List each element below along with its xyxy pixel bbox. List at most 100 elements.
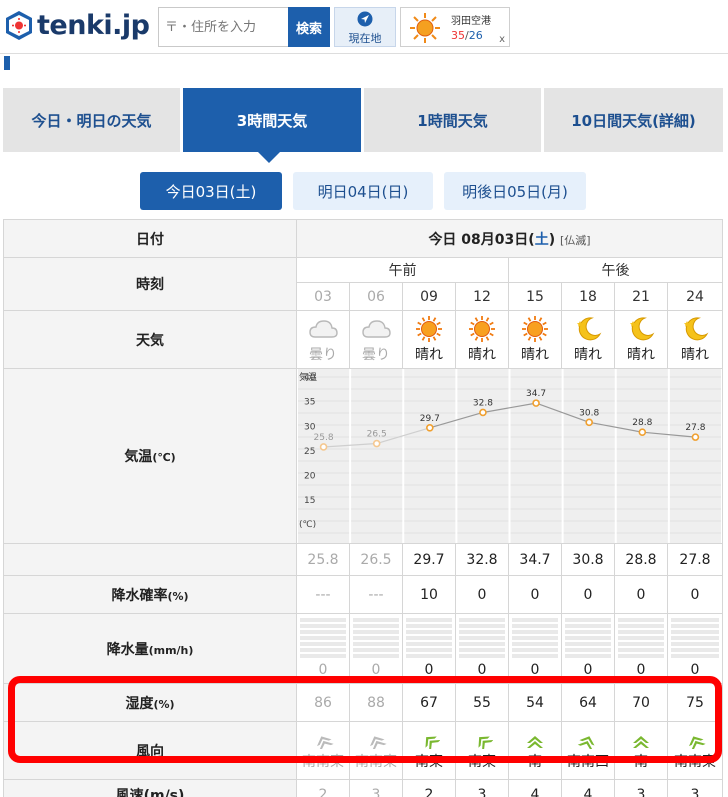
recent-location-name: 羽田空港 <box>451 16 491 27</box>
weather-cell: 晴れ <box>402 310 456 369</box>
wind-direction-text: 南 <box>528 753 542 770</box>
wind-arrow-icon <box>478 735 493 749</box>
precip-value: 0 <box>455 613 509 684</box>
close-icon[interactable]: x <box>499 34 505 45</box>
weather-cell: 晴れ <box>561 310 615 369</box>
tab-1hour[interactable]: 1時間天気 <box>364 88 541 152</box>
precip-prob-value: --- <box>296 575 350 614</box>
temp-value: 26.5 <box>349 543 403 576</box>
wind-speed-value: 3 <box>667 779 723 797</box>
wind-speed-value: 3 <box>349 779 403 797</box>
forecast-tabs: 今日・明日の天気 3時間天気 1時間天気 10日間天気(詳細) <box>3 88 723 152</box>
precip-value: 0 <box>349 613 403 684</box>
wind-direction-label: 風向 <box>3 721 297 780</box>
wind-arrow-icon <box>370 735 387 749</box>
wind-direction-text: 南東 <box>415 753 443 770</box>
moon-icon <box>577 317 602 341</box>
tab-3hour[interactable]: 3時間天気 <box>183 88 361 152</box>
recent-low-temp: 26 <box>468 29 483 42</box>
sun-icon <box>469 316 495 342</box>
wind-direction-cell: 南南東 <box>296 721 350 780</box>
recent-location-card[interactable]: 羽田空港 35/26 x <box>400 7 510 47</box>
weather-text: 晴れ <box>574 347 602 363</box>
sun-icon <box>410 13 440 43</box>
temp-value: 29.7 <box>402 543 456 576</box>
precip-bar-area <box>618 618 664 658</box>
precip-amount: 0 <box>690 662 700 678</box>
wind-direction-cell: 南南東 <box>349 721 403 780</box>
temp-value: 30.8 <box>561 543 615 576</box>
weather-cell: 曇り <box>349 310 403 369</box>
precip-amount: 0 <box>477 662 487 678</box>
title-accent-bar <box>4 56 10 70</box>
wind-speed-value: 2 <box>402 779 456 797</box>
humidity-row: 湿度(%) 86 88 67 55 54 64 70 75 <box>3 683 723 722</box>
tab-10day[interactable]: 10日間天気(詳細) <box>544 88 723 152</box>
tab-today-tomorrow[interactable]: 今日・明日の天気 <box>3 88 180 152</box>
wind-direction-cell: 南南東 <box>667 721 723 780</box>
chart-data-label: 29.7 <box>420 414 440 424</box>
precip-value: 0 <box>561 613 615 684</box>
sun-icon <box>522 316 548 342</box>
tenki-logo[interactable]: tenki.jp <box>4 9 150 41</box>
chart-point <box>426 423 434 432</box>
hour-cell: 24 <box>667 282 723 311</box>
hour-cell: 12 <box>455 282 509 311</box>
precip-bar-area <box>406 618 452 658</box>
weather-cell: 晴れ <box>508 310 562 369</box>
search-button[interactable]: 検索 <box>288 7 330 47</box>
precip-value: 0 <box>614 613 668 684</box>
cloud-icon <box>362 320 391 338</box>
wind-direction-text: 南南西 <box>567 753 609 770</box>
chart-y-tick-label: 35 <box>304 398 315 408</box>
hour-cell: 03 <box>296 282 350 311</box>
humidity-value: 88 <box>349 683 403 722</box>
recent-location-temps: 35/26 <box>451 29 483 42</box>
precip-label-text: 降水量 <box>106 641 149 658</box>
hour-cell: 15 <box>508 282 562 311</box>
chart-data-label: 34.7 <box>526 389 546 399</box>
precip-value: 0 <box>508 613 562 684</box>
location-arrow-icon <box>357 11 373 27</box>
chart-point <box>691 433 700 441</box>
weather-cell: 晴れ <box>667 310 723 369</box>
moon-icon <box>684 317 709 341</box>
moon-icon <box>630 317 655 341</box>
day-tomorrow[interactable]: 明日04日(日) <box>293 172 433 210</box>
weather-row: 天気 曇り 曇り 晴れ 晴れ 晴れ 晴れ 晴れ 晴れ <box>3 310 723 369</box>
date-weekday: 土 <box>534 231 549 248</box>
wind-direction-text: 南南東 <box>355 753 397 770</box>
wind-speed-value: 2 <box>296 779 350 797</box>
wind-arrow-icon <box>633 735 649 748</box>
precip-prob-label: 降水確率(%) <box>3 575 297 614</box>
humidity-label: 湿度(%) <box>3 683 297 722</box>
wind-direction-row: 風向 南南東 南南東 南東 南東南南南西南南南東 <box>3 721 723 780</box>
precip-prob-value: 0 <box>508 575 562 614</box>
date-label: 日付 <box>3 219 297 258</box>
temperature-values-row: 25.8 26.5 29.7 32.8 34.7 30.8 28.8 27.8 <box>3 543 723 576</box>
hour-cell: 09 <box>402 282 456 311</box>
chart-y-tick-label: 40 <box>304 373 316 383</box>
day-after-tomorrow[interactable]: 明後日05日(月) <box>444 172 586 210</box>
chart-column-bg <box>457 369 509 543</box>
wind-arrow-icon <box>577 735 595 749</box>
chart-column-bg <box>404 369 456 543</box>
day-today[interactable]: 今日03日(土) <box>140 172 282 210</box>
chart-column-bg <box>351 369 403 543</box>
search-input[interactable] <box>159 8 291 46</box>
precip-label: 降水量(mm/h) <box>3 613 297 684</box>
temp-value: 25.8 <box>296 543 350 576</box>
sun-icon <box>416 316 442 342</box>
wind-arrow-icon <box>527 735 543 748</box>
precip-amount: 0 <box>318 662 328 678</box>
search-box: 検索 <box>158 7 330 47</box>
chart-y-tick-label: 15 <box>304 496 315 506</box>
precip-amount: 0 <box>371 662 381 678</box>
rokuyo-label: [仏滅] <box>559 233 591 247</box>
precip-amount: 0 <box>424 662 434 678</box>
precip-bar-area <box>671 618 719 658</box>
humidity-value: 75 <box>667 683 723 722</box>
humidity-value: 54 <box>508 683 562 722</box>
current-location-button[interactable]: 現在地 <box>334 7 396 47</box>
temperature-chart-svg: 気温403530252015(℃)25.8 26.529.732.834.730.… <box>298 369 721 543</box>
